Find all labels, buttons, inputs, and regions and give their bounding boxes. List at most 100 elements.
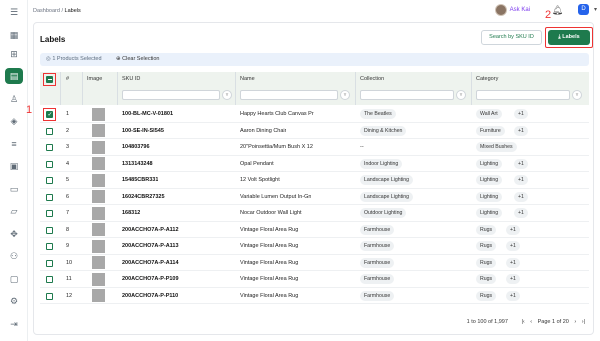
more-categories-chip[interactable]: +1 <box>506 290 520 301</box>
table-row[interactable]: 10 200ACCHO7A-P-A114 Vintage Floral Area R… <box>40 255 589 271</box>
more-categories-chip[interactable]: +1 <box>514 109 528 119</box>
grid-icon[interactable]: ⊞ <box>9 49 19 59</box>
breadcrumb-separator: / <box>61 8 63 14</box>
next-page-icon[interactable]: › <box>574 319 576 325</box>
table-row[interactable]: 9 200ACCHO7A-P-A113 Vintage Floral Area Ru… <box>40 238 589 255</box>
more-categories-chip[interactable]: +1 <box>506 274 520 284</box>
col-name-header[interactable]: Name <box>240 76 255 82</box>
page-title: Labels <box>40 35 66 44</box>
more-categories-chip[interactable]: +1 <box>514 175 528 185</box>
more-categories-chip[interactable]: +1 <box>514 125 528 136</box>
name-cell: Nocar Outdoor Wall Light <box>240 210 302 216</box>
product-thumbnail <box>92 190 105 203</box>
sku-cell: 16024CBR27325 <box>122 193 165 200</box>
labels-button[interactable]: ⤓ Labels <box>548 30 590 45</box>
filter-icon[interactable]: ▿ <box>340 90 350 100</box>
column-divider <box>60 72 61 105</box>
logout-icon[interactable]: ⇥ <box>9 319 19 329</box>
category-chip: Furniture <box>476 125 505 136</box>
row-checkbox[interactable] <box>46 210 53 217</box>
annotation-highlight-row-checkbox <box>43 108 56 121</box>
table-row[interactable]: 6 16024CBR27325 Variable Lumen Output In-G… <box>40 189 589 205</box>
last-page-icon[interactable]: ›| <box>582 319 585 325</box>
folder-icon[interactable]: ▱ <box>9 206 19 216</box>
table-row[interactable]: 7 168312 Nocar Outdoor Wall Light Outdoor L… <box>40 205 589 222</box>
sku-cell: 168312 <box>122 210 141 216</box>
bell-icon[interactable]: 🔔︎ <box>552 5 563 16</box>
network-icon[interactable]: ✥ <box>9 229 19 239</box>
name-cell: Vintage Floral Area Rug <box>240 243 299 249</box>
collection-chip: Farmhouse <box>360 257 395 268</box>
search-by-sku-button[interactable]: Search by SKU ID <box>481 30 542 45</box>
document-icon[interactable]: ▭ <box>9 184 19 194</box>
table-row[interactable]: 8 200ACCHO7A-P-A112 Vintage Floral Area Ru… <box>40 222 589 238</box>
name-filter-input[interactable] <box>240 90 338 100</box>
row-number: 8 <box>66 226 70 233</box>
more-categories-chip[interactable]: +1 <box>506 224 520 235</box>
filter-icon[interactable]: ▿ <box>456 90 466 100</box>
labels-icon[interactable]: ▤ <box>9 71 19 81</box>
row-checkbox[interactable] <box>46 259 53 267</box>
category-chip: Lighting <box>476 208 503 218</box>
row-checkbox[interactable] <box>46 144 53 151</box>
category-filter-input[interactable] <box>476 90 570 100</box>
sku-cell: 100-BL-MC-V-01801 <box>122 111 174 117</box>
table-row[interactable]: 5 15485CBR331 12 Volt Spotlight Landscape L… <box>40 172 589 189</box>
col-category-header[interactable]: Category <box>476 76 498 82</box>
collection-chip: Farmhouse <box>360 290 395 301</box>
more-categories-chip[interactable]: +1 <box>514 158 528 169</box>
clear-selection-button[interactable]: ⊕ Clear Selection <box>116 56 159 62</box>
name-cell: Vintage Floral Area Rug <box>240 226 299 233</box>
table-row[interactable]: 4 1313143248 Opal Pendant Indoor Lighting Li… <box>40 156 589 172</box>
people-icon[interactable]: ⚇ <box>9 251 19 261</box>
sku-cell: 200ACCHO7A-P-P109 <box>122 276 179 282</box>
sidebar: ☰ ▦ ⊞ ▤ ♙ ◈ ≡ ▣ ▭ ▱ ✥ ⚇ ▢ ⚙ ⇥ <box>0 0 28 341</box>
row-checkbox[interactable] <box>46 292 53 300</box>
row-checkbox[interactable] <box>46 276 53 283</box>
product-thumbnail <box>92 140 105 154</box>
table-row[interactable]: 11 200ACCHO7A-P-P109 Vintage Floral Area R… <box>40 271 589 288</box>
row-checkbox[interactable] <box>46 177 53 184</box>
category-chip: Lighting <box>476 175 503 185</box>
table-row[interactable]: 1 100-BL-MC-V-01801 Happy Hearts Club Canv… <box>40 106 589 123</box>
clipboard-icon[interactable]: ▣ <box>9 161 19 171</box>
user-menu[interactable]: Ask Kai <box>494 4 530 16</box>
row-checkbox[interactable] <box>46 193 53 201</box>
box-icon[interactable]: ▢ <box>9 274 19 284</box>
product-thumbnail <box>92 289 105 302</box>
row-checkbox[interactable] <box>46 226 53 234</box>
prev-page-icon[interactable]: ‹ <box>530 319 532 325</box>
row-checkbox[interactable] <box>46 127 53 135</box>
more-categories-chip[interactable]: +1 <box>506 241 520 251</box>
settings-icon[interactable]: ⚙ <box>9 296 19 306</box>
filter-icon[interactable]: ▿ <box>222 90 232 100</box>
user-icon[interactable]: ♙ <box>9 94 19 104</box>
sku-cell: 100-SE-IN-SI545 <box>122 127 164 134</box>
row-number: 12 <box>66 292 73 299</box>
collection-filter-input[interactable] <box>360 90 454 100</box>
dashboard-icon[interactable]: ▦ <box>9 30 19 40</box>
col-collection-header[interactable]: Collection <box>360 76 384 82</box>
col-sku-header[interactable]: SKU ID <box>122 76 140 82</box>
more-categories-chip[interactable]: +1 <box>506 257 520 268</box>
table-row[interactable]: 3 104803796 20"Poinsettia/Mum Bush X 12 -- M… <box>40 139 589 156</box>
list-icon[interactable]: ≡ <box>9 139 19 149</box>
account-badge[interactable]: D <box>578 4 589 15</box>
table-row[interactable]: 12 200ACCHO7A-P-P110 Vintage Floral Area R… <box>40 288 589 304</box>
annotation-number-2: 2 <box>545 9 552 21</box>
row-checkbox[interactable] <box>46 243 53 250</box>
selected-count-label: 1 Products Selected <box>52 56 102 62</box>
menu-icon[interactable]: ☰ <box>9 7 19 17</box>
breadcrumb-root[interactable]: Dashboard <box>33 8 60 14</box>
more-categories-chip[interactable]: +1 <box>514 208 528 218</box>
sku-cell: 200ACCHO7A-P-A112 <box>122 226 179 233</box>
row-checkbox[interactable] <box>46 160 53 168</box>
first-page-icon[interactable]: |‹ <box>521 319 524 325</box>
filter-icon[interactable]: ▿ <box>572 90 582 100</box>
sku-filter-input[interactable] <box>122 90 220 100</box>
annotation-highlight-select-all <box>43 73 56 86</box>
table-row[interactable]: 2 100-SE-IN-SI545 Aaron Dining Chair Dining… <box>40 123 589 139</box>
tag-icon[interactable]: ◈ <box>9 116 19 126</box>
more-categories-chip[interactable]: +1 <box>514 191 528 202</box>
chevron-down-icon[interactable]: ▾ <box>594 6 597 13</box>
